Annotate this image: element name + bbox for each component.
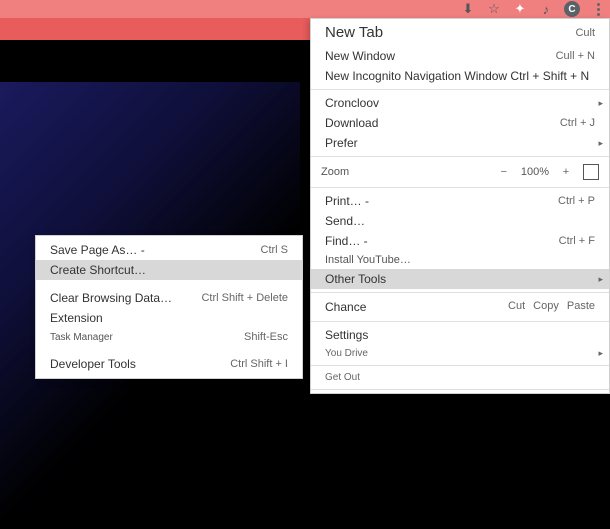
copy-button[interactable]: Copy [533, 300, 559, 314]
menu-label: Prefer [325, 136, 358, 150]
menu-label: Print… - [325, 194, 369, 208]
menu-label: Send… [325, 214, 365, 228]
submenu-dev-tools[interactable]: Developer Tools Ctrl Shift + I [36, 354, 302, 374]
extensions-icon[interactable]: ✦ [512, 1, 528, 17]
submenu-save-page[interactable]: Save Page As… - Ctrl S [36, 240, 302, 260]
chevron-right-icon: ▸ [598, 138, 603, 149]
menu-label: Croncloov [325, 96, 379, 110]
menu-label: New Window [325, 49, 395, 63]
menu-settings[interactable]: Settings [311, 325, 609, 345]
submenu-shortcut: Shift-Esc [244, 331, 288, 343]
menu-separator [311, 292, 609, 293]
menu-cronology[interactable]: Croncloov ▸ [311, 93, 609, 113]
menu-label: Get Out [325, 372, 360, 383]
menu-incognito[interactable]: New Incognito Navigation Window Ctrl + S… [311, 66, 609, 86]
other-tools-submenu: Save Page As… - Ctrl S Create Shortcut… … [35, 235, 303, 379]
profile-avatar[interactable]: C [564, 1, 580, 17]
edit-label: Chance [325, 300, 366, 314]
media-icon[interactable]: ♪ [538, 1, 554, 17]
menu-separator [311, 365, 609, 366]
chevron-right-icon: ▸ [598, 348, 603, 359]
menu-find[interactable]: Find… - Ctrl + F [311, 231, 609, 251]
submenu-task-manager[interactable]: Task Manager Shift-Esc [36, 328, 302, 346]
submenu-label: Save Page As… - [50, 243, 145, 257]
chrome-main-menu: New Tab Cult New Window Cull + N New Inc… [310, 18, 610, 394]
menu-new-window[interactable]: New Window Cull + N [311, 46, 609, 66]
menu-shortcut: Ctrl + P [558, 195, 595, 207]
menu-prefer[interactable]: Prefer ▸ [311, 133, 609, 153]
menu-separator [311, 187, 609, 188]
menu-label: Settings [325, 328, 368, 342]
submenu-label: Developer Tools [50, 357, 136, 371]
menu-new-tab[interactable]: New Tab Cult [311, 19, 609, 46]
menu-label: Download [325, 116, 378, 130]
cut-button[interactable]: Cut [508, 300, 525, 314]
submenu-label: Task Manager [50, 332, 113, 343]
zoom-label: Zoom [321, 166, 487, 178]
menu-get-out[interactable]: Get Out [311, 369, 609, 386]
zoom-out-button[interactable]: − [495, 166, 513, 178]
submenu-shortcut: Ctrl Shift + Delete [201, 292, 288, 304]
menu-shortcut: Ctrl + J [560, 117, 595, 129]
menu-zoom-row: Zoom − 100% + [311, 160, 609, 184]
menu-download[interactable]: Download Ctrl + J [311, 113, 609, 133]
submenu-shortcut: Ctrl Shift + I [230, 358, 288, 370]
zoom-in-button[interactable]: + [557, 166, 575, 178]
menu-label: You Drive [325, 348, 368, 359]
chevron-right-icon: ▸ [598, 274, 603, 285]
paste-button[interactable]: Paste [567, 300, 595, 314]
menu-separator [311, 389, 609, 390]
chevron-right-icon: ▸ [598, 98, 603, 109]
submenu-gap [36, 346, 302, 354]
menu-label: New Incognito Navigation Window Ctrl + S… [325, 69, 589, 83]
zoom-value: 100% [521, 166, 549, 178]
menu-separator [311, 156, 609, 157]
menu-other-tools[interactable]: Other Tools ▸ [311, 269, 609, 289]
submenu-gap [36, 280, 302, 288]
menu-label: Other Tools [325, 272, 386, 286]
submenu-clear-data[interactable]: Clear Browsing Data… Ctrl Shift + Delete [36, 288, 302, 308]
submenu-shortcut: Ctrl S [261, 244, 289, 256]
menu-shortcut: Ctrl + F [559, 235, 595, 247]
submenu-label: Create Shortcut… [50, 263, 146, 277]
menu-install-youtube[interactable]: Install YouTube… [311, 251, 609, 269]
menu-you-drive[interactable]: You Drive ▸ [311, 345, 609, 362]
menu-separator [311, 89, 609, 90]
menu-label: Find… - [325, 234, 368, 248]
edit-actions: Cut Copy Paste [508, 300, 595, 314]
submenu-extension[interactable]: Extension [36, 308, 302, 328]
menu-dots-icon[interactable] [590, 1, 606, 17]
menu-send[interactable]: Send… [311, 211, 609, 231]
menu-print[interactable]: Print… - Ctrl + P [311, 191, 609, 211]
submenu-create-shortcut[interactable]: Create Shortcut… [36, 260, 302, 280]
menu-label: New Tab [325, 24, 383, 41]
menu-shortcut: Cult [575, 27, 595, 39]
browser-toolbar: ⬇ ☆ ✦ ♪ C [0, 0, 610, 18]
star-icon[interactable]: ☆ [486, 1, 502, 17]
menu-edit-row: Chance Cut Copy Paste [311, 296, 609, 318]
menu-separator [311, 321, 609, 322]
download-icon[interactable]: ⬇ [460, 1, 476, 17]
submenu-label: Clear Browsing Data… [50, 291, 172, 305]
menu-shortcut: Cull + N [556, 50, 595, 62]
fullscreen-icon[interactable] [583, 164, 599, 180]
submenu-label: Extension [50, 311, 103, 325]
menu-label: Install YouTube… [325, 254, 411, 266]
